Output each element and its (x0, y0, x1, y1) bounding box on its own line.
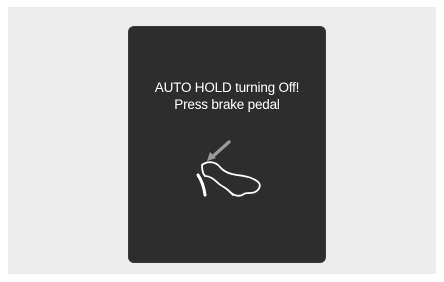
shoe-icon (201, 161, 261, 197)
cluster-display: AUTO HOLD turning Off! Press brake pedal (129, 27, 325, 262)
brake-pedal-press-icon (196, 140, 261, 197)
pedal-arc-icon (196, 173, 207, 197)
warning-message: AUTO HOLD turning Off! Press brake pedal (129, 79, 325, 113)
warning-message-line-1: AUTO HOLD turning Off! (154, 80, 300, 95)
warning-message-line-2: Press brake pedal (174, 97, 280, 112)
press-arrow-icon (207, 140, 231, 161)
figure-frame: AUTO HOLD turning Off! Press brake pedal (8, 7, 436, 274)
